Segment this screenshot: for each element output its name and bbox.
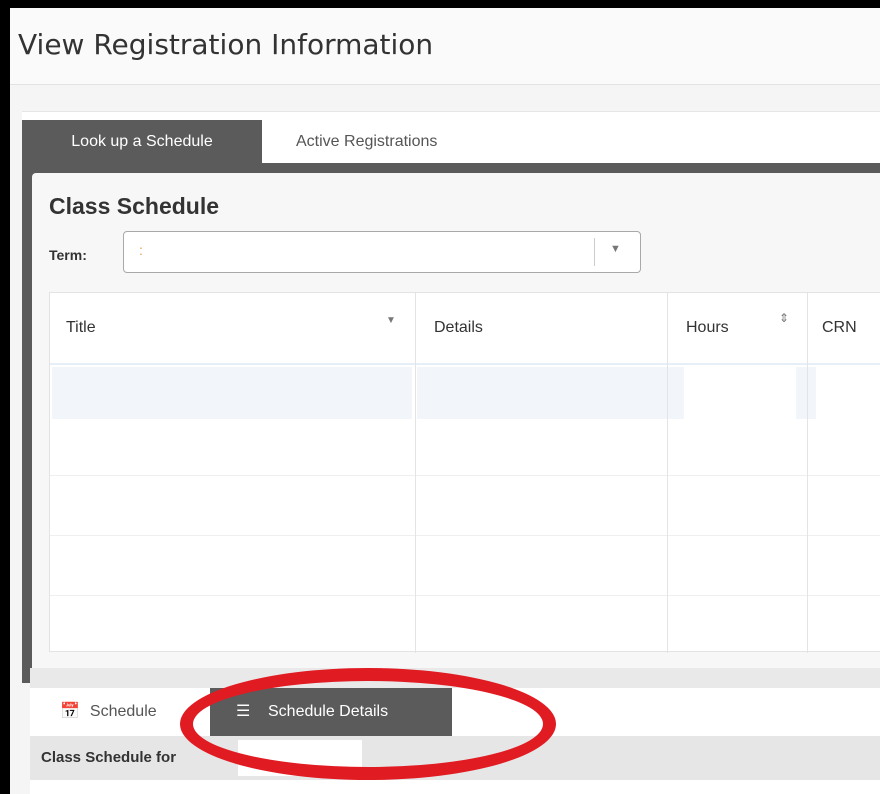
schedule-for-bar: Class Schedule for: [30, 736, 880, 780]
tab-look-up-schedule[interactable]: Look up a Schedule: [22, 120, 262, 164]
table-row-highlight: [668, 367, 684, 419]
table-row-highlight: [796, 367, 816, 419]
schedule-for-label: Class Schedule for: [41, 749, 177, 766]
schedule-details-content: [30, 780, 880, 794]
tab-active-registrations[interactable]: Active Registrations: [296, 120, 437, 164]
tab-schedule-details-label: Schedule Details: [268, 703, 389, 720]
page-title: View Registration Information: [18, 28, 434, 61]
page-header: View Registration Information: [10, 8, 880, 85]
schedule-tabs: Look up a Schedule Active Registrations: [22, 111, 880, 164]
chevron-down-icon[interactable]: ▼: [610, 243, 621, 255]
grid-header: Title ▼ Details Hours ⇕ CRN: [50, 293, 880, 365]
table-row: [50, 535, 880, 536]
sort-icon[interactable]: ⇕: [779, 311, 789, 325]
column-header-title[interactable]: Title: [66, 293, 96, 363]
term-select[interactable]: : ▼: [123, 231, 641, 273]
term-select-divider: [594, 238, 595, 266]
calendar-icon: 📅: [60, 703, 80, 720]
column-divider: [807, 293, 808, 653]
view-toggle-bar: 📅 Schedule ☰ Schedule Details: [30, 688, 880, 736]
term-value: :: [139, 242, 143, 258]
section-title: Class Schedule: [49, 193, 220, 219]
table-row: [50, 475, 880, 476]
column-divider: [415, 293, 416, 653]
column-header-crn[interactable]: CRN: [822, 293, 857, 363]
table-row: [50, 595, 880, 596]
schedule-grid: Title ▼ Details Hours ⇕ CRN: [49, 292, 880, 653]
column-header-hours[interactable]: Hours: [686, 293, 729, 363]
column-header-details[interactable]: Details: [434, 293, 483, 363]
redacted-name: [238, 740, 362, 776]
app-frame: View Registration Information Look up a …: [10, 8, 880, 794]
schedule-panel-body: Class Schedule Term: : ▼ Title ▼ Details: [32, 173, 880, 683]
sort-descending-icon[interactable]: ▼: [386, 315, 396, 326]
list-icon: ☰: [236, 703, 251, 720]
tab-schedule[interactable]: 📅 Schedule: [60, 688, 157, 736]
schedule-panel: Class Schedule Term: : ▼ Title ▼ Details: [22, 163, 880, 683]
panel-divider: [30, 668, 880, 688]
table-row-highlight: [417, 367, 667, 419]
tab-schedule-label: Schedule: [89, 703, 157, 720]
tab-schedule-details[interactable]: ☰ Schedule Details: [210, 688, 452, 736]
term-label: Term:: [49, 247, 87, 263]
column-divider: [667, 293, 668, 653]
table-row-highlight: [52, 367, 412, 419]
